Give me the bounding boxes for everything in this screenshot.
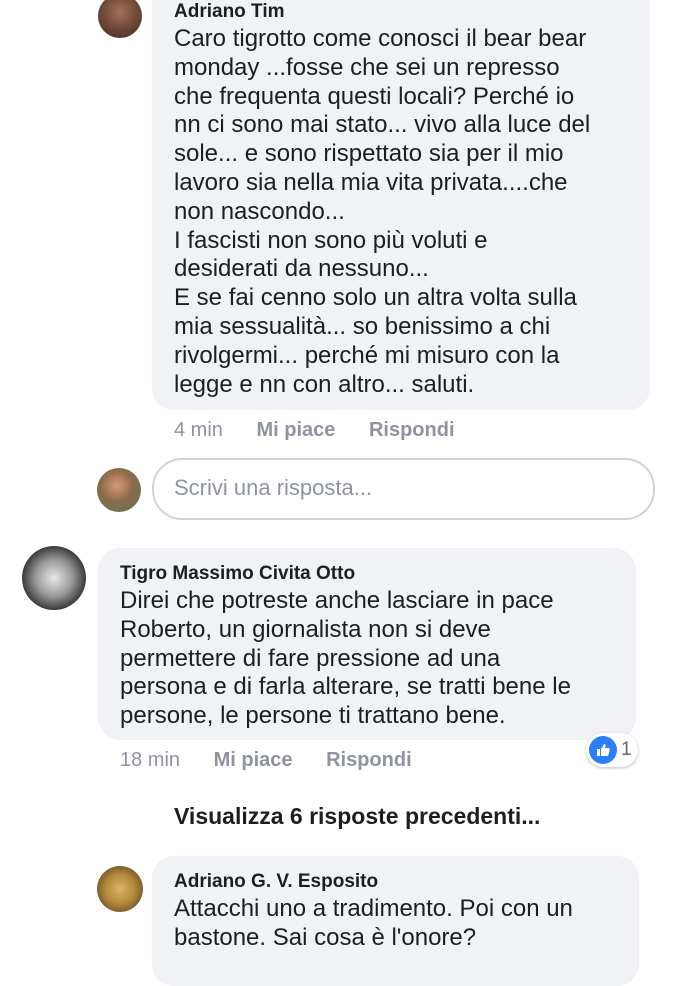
comment-author[interactable]: Adriano Tim — [174, 1, 285, 23]
avatar — [97, 468, 141, 512]
comment-author[interactable]: Adriano G. V. Esposito — [174, 871, 378, 893]
comment-author[interactable]: Tigro Massimo Civita Otto — [120, 563, 355, 585]
view-previous-replies-link[interactable]: Visualizza 6 risposte precedenti... — [174, 803, 540, 830]
comment-time[interactable]: 4 min — [174, 419, 223, 442]
avatar[interactable] — [97, 866, 143, 912]
avatar[interactable] — [22, 546, 86, 610]
reaction-count: 1 — [621, 739, 632, 760]
like-button[interactable]: Mi piace — [214, 749, 293, 772]
comment-meta: 4 min Mi piace Rispondi — [174, 419, 455, 442]
comment-text: Attacchi uno a tradimento. Poi con un ba… — [174, 895, 573, 951]
reply-input[interactable]: Scrivi una risposta... — [152, 458, 655, 520]
comment-time[interactable]: 18 min — [120, 749, 180, 772]
reply-button[interactable]: Rispondi — [326, 749, 412, 772]
avatar[interactable] — [98, 0, 142, 38]
comment-text: Direi che potreste anche lasciare in pac… — [120, 587, 571, 730]
reaction-badge[interactable]: 1 — [586, 733, 638, 767]
thumbs-up-icon — [589, 736, 617, 764]
comment-bubble: Tigro Massimo Civita Otto Direi che potr… — [98, 548, 636, 740]
comment-meta: 18 min Mi piace Rispondi — [120, 749, 412, 772]
comment-text: Caro tigrotto come conosci il bear bear … — [174, 25, 591, 398]
comment-bubble: Adriano Tim Caro tigrotto come conosci i… — [152, 0, 650, 410]
like-button[interactable]: Mi piace — [256, 419, 335, 442]
reply-button[interactable]: Rispondi — [369, 419, 455, 442]
reply-placeholder: Scrivi una risposta... — [174, 475, 373, 500]
comment-bubble: Adriano G. V. Esposito Attacchi uno a tr… — [152, 856, 639, 986]
